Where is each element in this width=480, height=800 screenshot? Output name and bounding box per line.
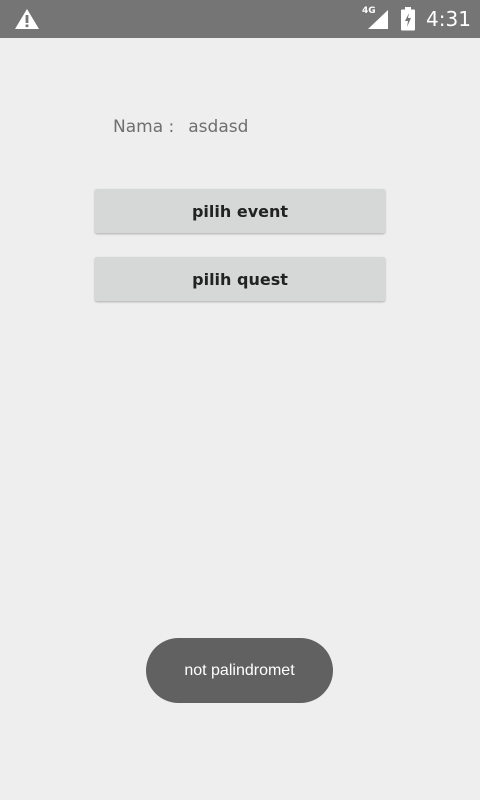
pilih-quest-button[interactable]: pilih quest: [95, 257, 385, 301]
toast-message: not palindromet: [146, 638, 333, 703]
battery-charging-icon: [401, 7, 415, 31]
signal-icon: [368, 10, 388, 29]
name-value: asdasd: [188, 117, 249, 137]
name-row: Nama : asdasd: [113, 115, 248, 139]
pilih-event-button[interactable]: pilih event: [95, 189, 385, 233]
status-bar: 4G 4:31: [0, 0, 480, 38]
name-label: Nama :: [113, 117, 175, 137]
status-time: 4:31: [426, 7, 471, 31]
warning-icon: [15, 9, 39, 29]
